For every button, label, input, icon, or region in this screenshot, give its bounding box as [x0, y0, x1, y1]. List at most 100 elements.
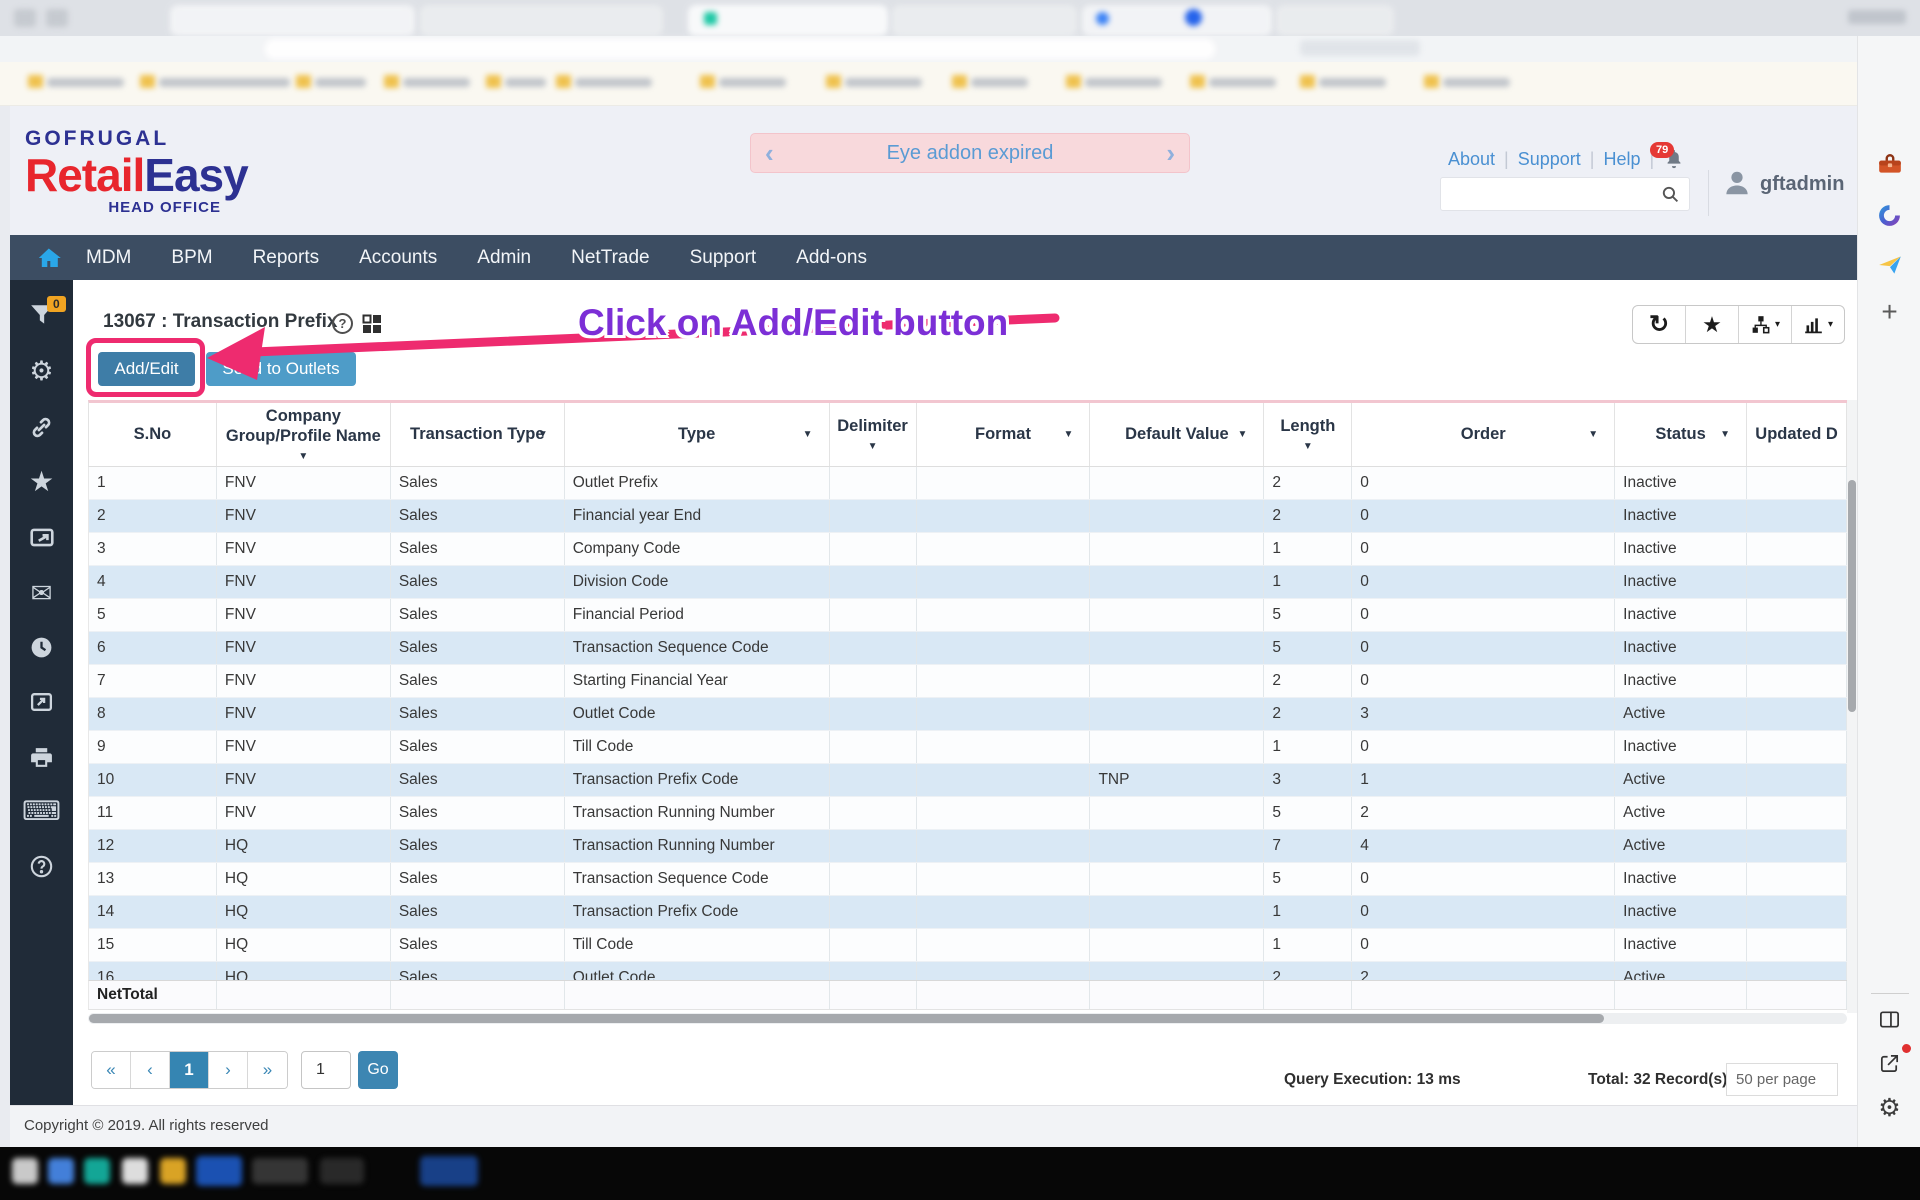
table-row[interactable]: 3FNVSalesCompany Code10Inactive: [89, 533, 1847, 566]
go-button[interactable]: Go: [358, 1051, 398, 1089]
table-row[interactable]: 4FNVSalesDivision Code10Inactive: [89, 566, 1847, 599]
support-link[interactable]: Support: [1518, 149, 1581, 170]
mail-icon[interactable]: ✉: [10, 580, 73, 606]
horizontal-scrollbar[interactable]: [88, 1013, 1847, 1024]
sort-caret-icon[interactable]: ▼: [1720, 429, 1730, 442]
sort-caret-icon[interactable]: ▼: [1303, 441, 1313, 454]
search-icon[interactable]: [1661, 185, 1689, 204]
table-cell: 12: [89, 830, 217, 862]
refresh-button[interactable]: ↻: [1633, 306, 1686, 343]
table-row[interactable]: 8FNVSalesOutlet Code23Active: [89, 698, 1847, 731]
vertical-scrollbar-thumb[interactable]: [1848, 480, 1856, 712]
column-header-s-no[interactable]: S.No: [89, 403, 217, 466]
column-header-transaction-type[interactable]: Transaction Type▼: [391, 403, 565, 466]
nav-item-accounts[interactable]: Accounts: [359, 247, 437, 269]
column-header-default-value[interactable]: Default Value▼: [1090, 403, 1264, 466]
first-page-button[interactable]: «: [92, 1052, 131, 1088]
column-header-delimiter[interactable]: Delimiter▼: [830, 403, 917, 466]
table-row[interactable]: 2FNVSalesFinancial year End20Inactive: [89, 500, 1847, 533]
sort-caret-icon[interactable]: ▼: [1588, 429, 1598, 442]
table-row[interactable]: 15HQSalesTill Code10Inactive: [89, 929, 1847, 962]
star-icon[interactable]: ★: [10, 468, 73, 496]
settings-gear-icon[interactable]: ⚙: [1858, 1096, 1920, 1121]
sort-caret-icon[interactable]: ▼: [1237, 429, 1247, 442]
column-header-updated-d[interactable]: Updated D: [1747, 403, 1847, 466]
current-page-button[interactable]: 1: [170, 1052, 209, 1088]
table-cell: 1: [1264, 566, 1352, 598]
add-panel-icon[interactable]: +: [1858, 298, 1920, 326]
table-cell: FNV: [217, 500, 391, 532]
column-header-status[interactable]: Status▼: [1615, 403, 1747, 466]
table-cell: [830, 896, 917, 928]
last-page-button[interactable]: »: [248, 1052, 287, 1088]
horizontal-scrollbar-thumb[interactable]: [89, 1014, 1604, 1023]
vertical-scrollbar[interactable]: [1847, 400, 1857, 1013]
next-page-button[interactable]: ›: [209, 1052, 248, 1088]
keyboard-icon[interactable]: ⌨: [10, 798, 73, 825]
notification-badge[interactable]: 79: [1650, 142, 1674, 158]
nav-item-add-ons[interactable]: Add-ons: [796, 247, 867, 269]
table-cell: 7: [89, 665, 217, 697]
hierarchy-view-button[interactable]: ▾: [1739, 306, 1792, 343]
clock-icon[interactable]: [10, 635, 73, 660]
sort-caret-icon[interactable]: ▼: [538, 429, 548, 442]
table-cell: [1747, 830, 1847, 862]
window-launch-icon[interactable]: [10, 690, 73, 715]
prev-page-button[interactable]: ‹: [131, 1052, 170, 1088]
nav-item-support[interactable]: Support: [690, 247, 757, 269]
nav-item-bpm[interactable]: BPM: [171, 247, 212, 269]
banner-prev-icon[interactable]: ‹: [765, 140, 774, 166]
table-row[interactable]: 12HQSalesTransaction Running Number74Act…: [89, 830, 1847, 863]
table-row[interactable]: 5FNVSalesFinancial Period50Inactive: [89, 599, 1847, 632]
link-icon[interactable]: [10, 415, 73, 440]
table-cell: [1090, 962, 1264, 980]
nav-item-admin[interactable]: Admin: [477, 247, 531, 269]
column-header-type[interactable]: Type▼: [565, 403, 830, 466]
paper-plane-icon[interactable]: [1858, 252, 1920, 278]
nav-item-mdm[interactable]: MDM: [86, 247, 131, 269]
search-input[interactable]: [1441, 178, 1661, 210]
help-icon-sidebar[interactable]: [10, 854, 73, 879]
favorite-button[interactable]: ★: [1686, 306, 1739, 343]
table-cell: [830, 467, 917, 499]
table-row[interactable]: 9FNVSalesTill Code10Inactive: [89, 731, 1847, 764]
gear-icon[interactable]: ⚙: [10, 358, 73, 385]
home-icon[interactable]: [38, 246, 62, 270]
logo-suffix: HEAD OFFICE: [25, 199, 251, 216]
table-row[interactable]: 14HQSalesTransaction Prefix Code10Inacti…: [89, 896, 1847, 929]
blurred-item: [826, 75, 841, 88]
banner-next-icon[interactable]: ›: [1166, 140, 1175, 166]
page-jump-input[interactable]: [301, 1051, 351, 1089]
add-edit-button[interactable]: Add/Edit: [98, 352, 195, 386]
net-total-label: NetTotal: [89, 981, 217, 1009]
help-link[interactable]: Help: [1603, 149, 1640, 170]
avatar[interactable]: [1722, 168, 1752, 203]
office-icon[interactable]: [1858, 203, 1920, 228]
column-header-company-group-profile-name[interactable]: Company Group/Profile Name▼: [217, 403, 391, 466]
nav-item-nettrade[interactable]: NetTrade: [571, 247, 650, 269]
sort-caret-icon[interactable]: ▼: [298, 451, 308, 464]
table-row[interactable]: 1FNVSalesOutlet Prefix20Inactive: [89, 467, 1847, 500]
sort-caret-icon[interactable]: ▼: [803, 429, 813, 442]
username[interactable]: gftadmin: [1760, 173, 1844, 196]
chart-view-button[interactable]: ▾: [1792, 306, 1844, 343]
column-header-format[interactable]: Format▼: [917, 403, 1091, 466]
sort-caret-icon[interactable]: ▼: [1064, 429, 1074, 442]
toolbox-icon[interactable]: [1858, 152, 1920, 178]
share-screen-icon[interactable]: [10, 525, 73, 551]
nav-item-reports[interactable]: Reports: [253, 247, 320, 269]
table-row[interactable]: 11FNVSalesTransaction Running Number52Ac…: [89, 797, 1847, 830]
table-row[interactable]: 13HQSalesTransaction Sequence Code50Inac…: [89, 863, 1847, 896]
layout-panel-icon[interactable]: [1858, 1008, 1920, 1031]
table-row[interactable]: 6FNVSalesTransaction Sequence Code50Inac…: [89, 632, 1847, 665]
table-row[interactable]: 7FNVSalesStarting Financial Year20Inacti…: [89, 665, 1847, 698]
table-row[interactable]: 10FNVSalesTransaction Prefix CodeTNP31Ac…: [89, 764, 1847, 797]
external-link-icon[interactable]: [1858, 1052, 1920, 1075]
about-link[interactable]: About: [1448, 149, 1495, 170]
column-header-order[interactable]: Order▼: [1352, 403, 1615, 466]
column-header-length[interactable]: Length▼: [1264, 403, 1352, 466]
table-row[interactable]: 16HQSalesOutlet Code22Active: [89, 962, 1847, 980]
per-page-select[interactable]: 50 per page: [1726, 1063, 1838, 1096]
printer-icon[interactable]: [10, 745, 73, 770]
sort-caret-icon[interactable]: ▼: [868, 441, 878, 454]
